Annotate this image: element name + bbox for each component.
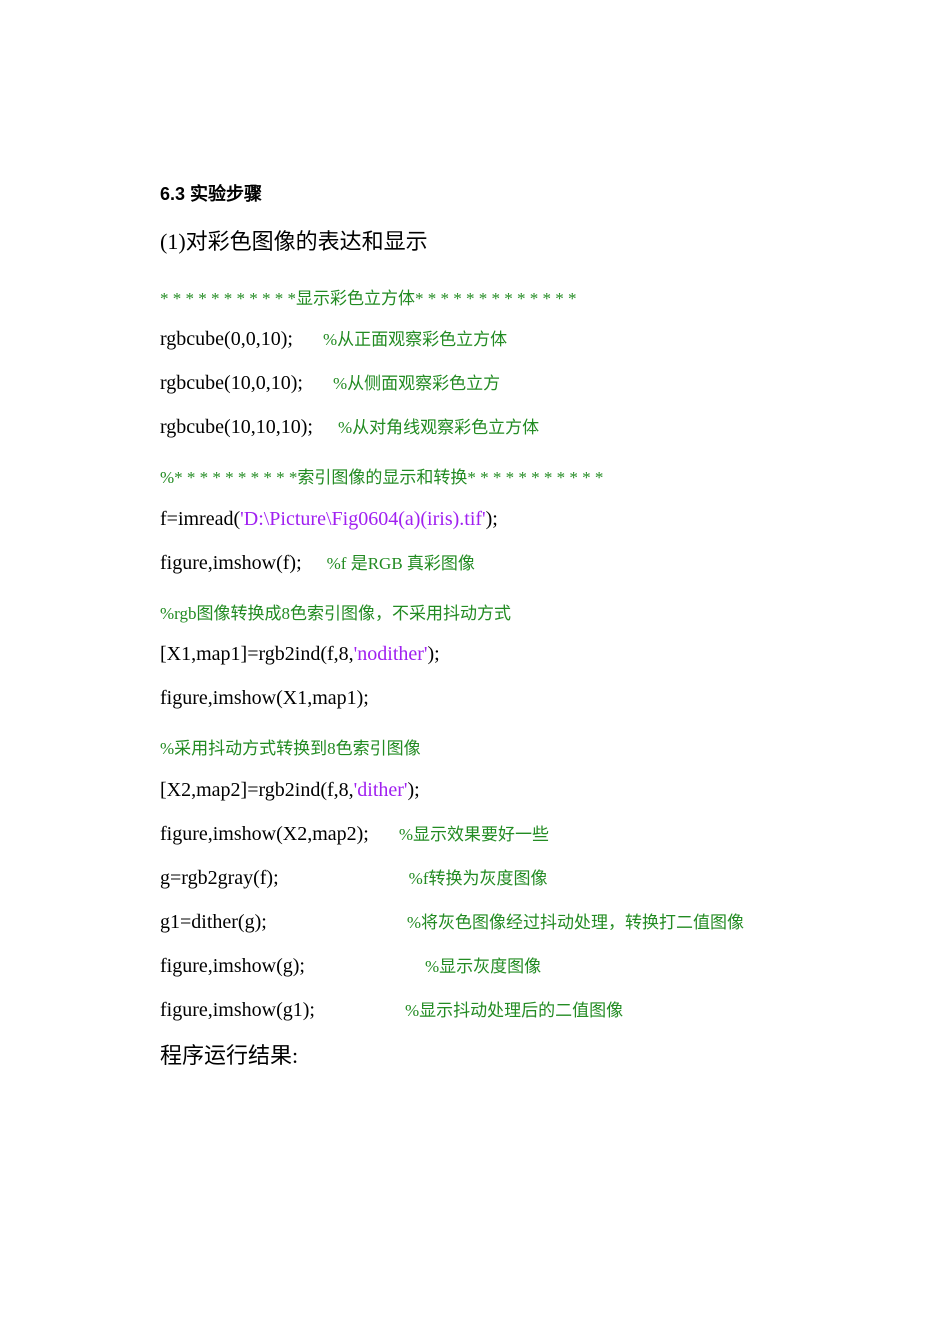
code-line: rgbcube(10,0,10); %从侧面观察彩色立方 bbox=[160, 361, 785, 405]
step-title: (1)对彩色图像的表达和显示 bbox=[160, 224, 785, 256]
code-line: rgbcube(10,10,10); %从对角线观察彩色立方体 bbox=[160, 405, 785, 449]
document-page: 6.3 实验步骤 (1)对彩色图像的表达和显示 * * * * * * * * … bbox=[0, 0, 945, 1337]
code-text: ); bbox=[428, 643, 440, 665]
code-text: rgbcube(10,10,10); bbox=[160, 416, 313, 438]
code-comment: %显示抖动处理后的二值图像 bbox=[405, 1001, 623, 1020]
code-line: figure,imshow(X1,map1); bbox=[160, 676, 785, 720]
section-heading: 6.3 实验步骤 bbox=[160, 180, 785, 206]
code-text: figure,imshow(g); bbox=[160, 955, 305, 977]
code-line: [X2,map2]=rgb2ind(f,8,'dither'); bbox=[160, 768, 785, 812]
code-string: 'nodither' bbox=[354, 643, 428, 665]
code-comment: %f 是RGB 真彩图像 bbox=[327, 554, 475, 573]
code-line: [X1,map1]=rgb2ind(f,8,'nodither'); bbox=[160, 632, 785, 676]
code-comment: %显示灰度图像 bbox=[425, 957, 541, 976]
code-text: rgbcube(10,0,10); bbox=[160, 372, 303, 394]
code-comment: %rgb图像转换成8色索引图像，不采用抖动方式 bbox=[160, 595, 785, 632]
code-line: figure,imshow(X2,map2); %显示效果要好一些 bbox=[160, 812, 785, 856]
code-comment: %从对角线观察彩色立方体 bbox=[338, 418, 539, 437]
star-divider-1: * * * * * * * * * * *显示彩色立方体* * * * * * … bbox=[160, 280, 785, 317]
code-text: f=imread( bbox=[160, 508, 240, 530]
code-string: 'dither' bbox=[354, 779, 408, 801]
code-string: 'D:\Picture\Fig0604(a)(iris).tif' bbox=[240, 508, 486, 530]
code-text: [X2,map2]=rgb2ind(f,8, bbox=[160, 779, 354, 801]
code-text: figure,imshow(X2,map2); bbox=[160, 823, 369, 845]
code-comment: %显示效果要好一些 bbox=[399, 825, 549, 844]
code-text: [X1,map1]=rgb2ind(f,8, bbox=[160, 643, 354, 665]
code-text: g1=dither(g); bbox=[160, 911, 267, 933]
code-text: figure,imshow(f); bbox=[160, 552, 302, 574]
code-line: figure,imshow(f); %f 是RGB 真彩图像 bbox=[160, 541, 785, 585]
code-line: figure,imshow(g1); %显示抖动处理后的二值图像 bbox=[160, 988, 785, 1032]
code-text: rgbcube(0,0,10); bbox=[160, 328, 293, 350]
code-comment: %从正面观察彩色立方体 bbox=[323, 330, 507, 349]
code-comment: %采用抖动方式转换到8色索引图像 bbox=[160, 730, 785, 767]
code-line: g=rgb2gray(f); %f转换为灰度图像 bbox=[160, 856, 785, 900]
code-text: figure,imshow(X1,map1); bbox=[160, 687, 369, 709]
code-line: g1=dither(g); %将灰色图像经过抖动处理，转换打二值图像 bbox=[160, 900, 785, 944]
code-line: figure,imshow(g); %显示灰度图像 bbox=[160, 944, 785, 988]
code-line: f=imread('D:\Picture\Fig0604(a)(iris).ti… bbox=[160, 497, 785, 541]
code-comment: %将灰色图像经过抖动处理，转换打二值图像 bbox=[407, 913, 744, 932]
code-text: ); bbox=[408, 779, 420, 801]
code-comment: %从侧面观察彩色立方 bbox=[333, 374, 500, 393]
code-comment: %f转换为灰度图像 bbox=[409, 869, 548, 888]
code-text: g=rgb2gray(f); bbox=[160, 867, 279, 889]
result-label: 程序运行结果: bbox=[160, 1032, 785, 1080]
code-text: ); bbox=[486, 508, 498, 530]
code-line: rgbcube(0,0,10); %从正面观察彩色立方体 bbox=[160, 317, 785, 361]
star-divider-2: %* * * * * * * * * *索引图像的显示和转换* * * * * … bbox=[160, 459, 785, 496]
code-text: figure,imshow(g1); bbox=[160, 999, 315, 1021]
